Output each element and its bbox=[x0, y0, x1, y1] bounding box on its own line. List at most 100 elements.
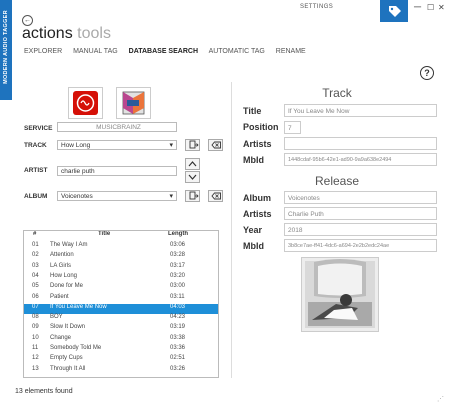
track-number: 10 bbox=[32, 334, 39, 341]
col-length[interactable]: Length bbox=[168, 231, 188, 237]
musicbrainz-logo[interactable] bbox=[116, 87, 151, 119]
title-actions[interactable]: actions bbox=[22, 25, 73, 42]
release-heading: Release bbox=[314, 174, 360, 188]
table-header: # Title Length bbox=[24, 231, 218, 241]
panel-divider bbox=[231, 82, 232, 378]
track-length: 04:03 bbox=[170, 303, 186, 310]
title-field[interactable]: If You Leave Me Now bbox=[284, 104, 437, 117]
copy-track-button[interactable] bbox=[185, 139, 200, 151]
table-row[interactable]: 08 BOY 04:23 bbox=[24, 314, 218, 324]
table-row[interactable]: 01 The Way I Am 03:06 bbox=[24, 242, 218, 252]
tab-manual-tag[interactable]: MANUAL TAG bbox=[73, 48, 118, 55]
page-title: actions tools bbox=[22, 25, 111, 43]
tab-database-search[interactable]: DATABASE SEARCH bbox=[129, 48, 198, 55]
track-number: 12 bbox=[32, 355, 39, 362]
move-down-button[interactable] bbox=[185, 171, 200, 183]
track-table[interactable]: # Title Length 01 The Way I Am 03:06 02 Atte… bbox=[23, 230, 219, 378]
track-length: 03:36 bbox=[170, 345, 186, 351]
year-label: Year bbox=[243, 225, 263, 235]
track-length: 03:28 bbox=[170, 252, 186, 259]
track-length: 03:38 bbox=[170, 334, 186, 341]
tag-icon[interactable] bbox=[380, 0, 408, 22]
position-field[interactable]: 7 bbox=[284, 121, 301, 134]
table-row[interactable]: 02 Attention 03:28 bbox=[24, 252, 218, 262]
track-title: Attention bbox=[50, 252, 74, 259]
clear-track-button[interactable] bbox=[208, 139, 223, 151]
track-number: 09 bbox=[32, 324, 39, 331]
track-length: 02:51 bbox=[170, 355, 186, 362]
table-row[interactable]: 10 Change 03:38 bbox=[24, 335, 218, 345]
window-title: SETTINGS bbox=[300, 4, 334, 10]
track-title: The Way I Am bbox=[50, 242, 88, 248]
album-detail-label: Album bbox=[243, 193, 271, 203]
table-row[interactable]: 12 Empty Cups 02:51 bbox=[24, 355, 218, 365]
album-cover-image bbox=[301, 257, 379, 332]
track-title: Somebody Told Me bbox=[50, 345, 102, 351]
track-title: Through It All bbox=[50, 365, 86, 372]
tab-explorer[interactable]: EXPLORER bbox=[24, 48, 62, 55]
release-mbid-field[interactable]: 3b8ce7ae-ff41-4dc6-a694-2e2b2edc24ae bbox=[284, 239, 437, 252]
track-title: How Long bbox=[50, 272, 78, 279]
release-mbid-label: MbId bbox=[243, 241, 264, 251]
table-row[interactable]: 04 How Long 03:20 bbox=[24, 273, 218, 283]
track-title: Done for Me bbox=[50, 283, 84, 290]
table-row[interactable]: 06 Patient 03:11 bbox=[24, 294, 218, 304]
track-number: 08 bbox=[32, 314, 39, 321]
maximize-button[interactable]: ☐ bbox=[427, 3, 434, 12]
minimize-button[interactable]: ─ bbox=[414, 2, 421, 13]
track-length: 03:06 bbox=[170, 242, 186, 248]
track-dropdown[interactable]: How Long bbox=[57, 140, 177, 151]
title-tools[interactable]: tools bbox=[77, 25, 111, 42]
track-number: 02 bbox=[32, 252, 39, 259]
track-title: Patient bbox=[50, 293, 69, 300]
track-number: 13 bbox=[32, 365, 39, 372]
table-row[interactable]: 05 Done for Me 03:00 bbox=[24, 283, 218, 293]
app-ribbon: MODERN AUDIO TAGGER bbox=[0, 0, 12, 407]
track-artists-field[interactable] bbox=[284, 137, 437, 150]
ribbon-label: MODERN AUDIO TAGGER bbox=[3, 10, 9, 84]
tab-rename[interactable]: RENAME bbox=[276, 48, 306, 55]
tab-automatic-tag[interactable]: AUTOMATIC TAG bbox=[209, 48, 265, 55]
track-mbid-label: MbId bbox=[243, 155, 264, 165]
close-button[interactable]: ✕ bbox=[438, 3, 445, 12]
table-row[interactable]: 09 Slow It Down 03:19 bbox=[24, 324, 218, 334]
title-label: Title bbox=[243, 106, 262, 116]
resize-grip-icon[interactable]: ⋰ bbox=[437, 395, 444, 403]
track-title: Empty Cups bbox=[50, 355, 83, 362]
help-button[interactable]: ? bbox=[420, 66, 434, 80]
position-label: Position bbox=[243, 122, 279, 132]
col-title[interactable]: Title bbox=[98, 231, 110, 237]
col-number[interactable]: # bbox=[33, 231, 36, 237]
artist-input[interactable]: charlie puth bbox=[57, 166, 177, 176]
track-length: 03:19 bbox=[170, 324, 186, 331]
clear-album-button[interactable] bbox=[208, 190, 223, 202]
year-field[interactable]: 2018 bbox=[284, 223, 437, 236]
lastfm-logo[interactable] bbox=[68, 87, 103, 119]
table-row[interactable]: 13 Through It All 03:26 bbox=[24, 366, 218, 376]
status-text: 13 elements found bbox=[15, 388, 73, 395]
move-up-button[interactable] bbox=[185, 158, 200, 170]
album-dropdown[interactable]: Voicenotes bbox=[57, 191, 177, 202]
copy-album-button[interactable] bbox=[185, 190, 200, 202]
track-number: 06 bbox=[32, 293, 39, 300]
release-artists-field[interactable]: Charlie Puth bbox=[284, 207, 437, 220]
album-label: ALBUM bbox=[24, 193, 48, 200]
service-field: MUSICBRAINZ bbox=[57, 122, 177, 132]
track-value: How Long bbox=[61, 142, 91, 149]
album-value: Voicenotes bbox=[61, 193, 93, 200]
track-artists-label: Artists bbox=[243, 139, 272, 149]
track-number: 11 bbox=[32, 345, 39, 351]
table-row[interactable]: 03 LA Girls 03:17 bbox=[24, 263, 218, 273]
track-title: If You Leave Me Now bbox=[50, 303, 107, 310]
table-row[interactable]: 11 Somebody Told Me 03:36 bbox=[24, 345, 218, 355]
track-heading: Track bbox=[322, 86, 352, 100]
track-label: TRACK bbox=[24, 142, 47, 149]
track-title: BOY bbox=[50, 314, 63, 321]
table-row[interactable]: 07 If You Leave Me Now 04:03 bbox=[24, 303, 218, 314]
album-field[interactable]: Voicenotes bbox=[284, 191, 437, 204]
track-length: 03:00 bbox=[170, 283, 186, 290]
track-length: 03:17 bbox=[170, 262, 186, 269]
track-mbid-field[interactable]: 1448cdaf-95b6-42e1-ad90-9a9a638e2494 bbox=[284, 153, 437, 166]
artist-label: ARTIST bbox=[24, 167, 48, 174]
release-artists-label: Artists bbox=[243, 209, 272, 219]
